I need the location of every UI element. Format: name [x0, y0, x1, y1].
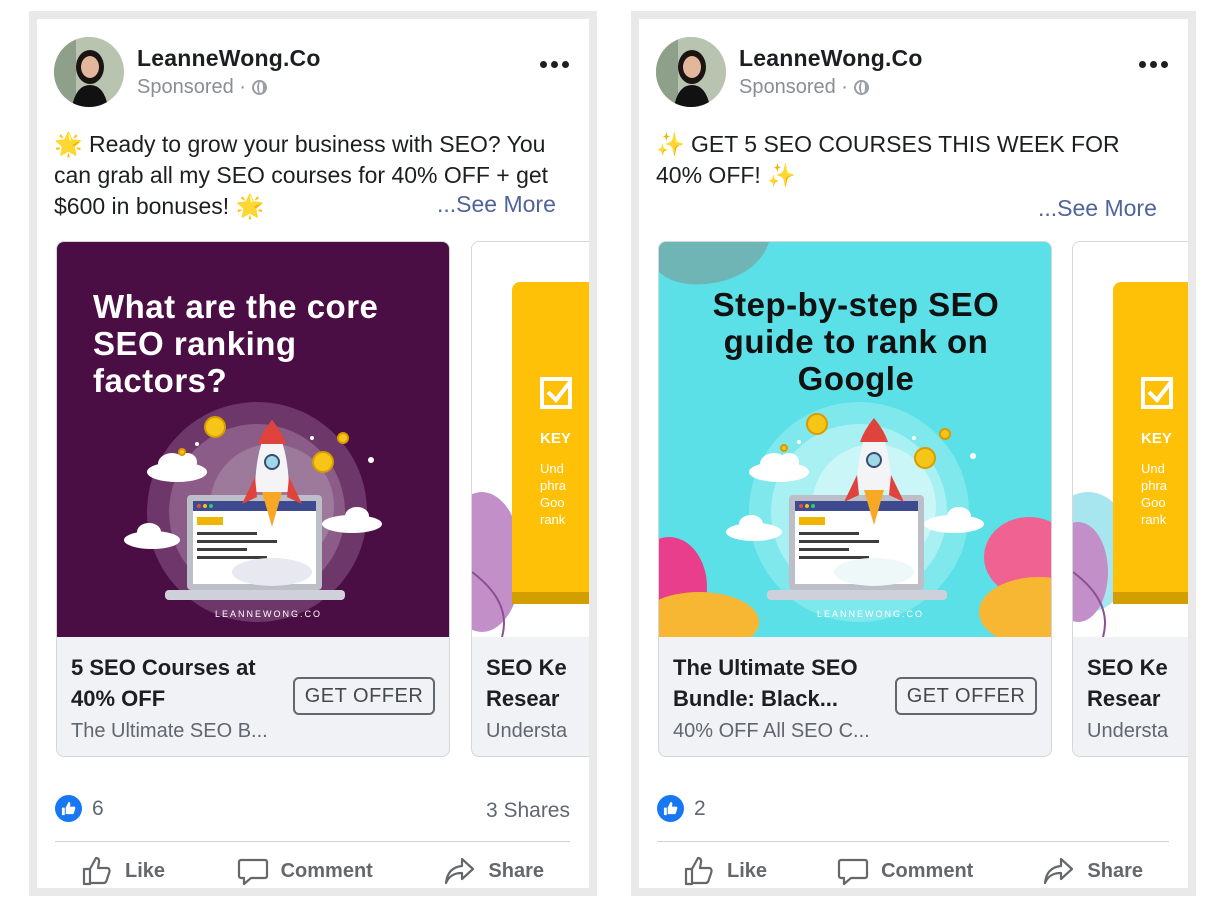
like-reaction-icon: [657, 795, 684, 822]
reaction-summary[interactable]: 6: [55, 795, 104, 822]
carousel-card[interactable]: What are the core SEO ranking factors? L…: [56, 241, 450, 757]
divider: [657, 841, 1169, 842]
more-options-button[interactable]: [1139, 61, 1168, 68]
post-meta: Sponsored ·: [137, 76, 267, 99]
comment-button[interactable]: Comment: [811, 851, 999, 888]
comment-button[interactable]: Comment: [211, 851, 399, 888]
share-button[interactable]: Share: [1017, 851, 1169, 888]
card-image-brand: LEANNEWONG.CO: [215, 609, 323, 619]
like-label: Like: [727, 859, 768, 882]
share-count[interactable]: 3 Shares: [486, 799, 570, 823]
author-avatar[interactable]: [54, 37, 124, 107]
post-meta: Sponsored ·: [739, 76, 869, 99]
card-subtitle: Understa: [486, 720, 568, 742]
post-caption: ✨ GET 5 SEO COURSES THIS WEEK FOR 40% OF…: [656, 131, 1120, 188]
globe-icon: [853, 80, 869, 95]
comment-icon: [837, 858, 869, 886]
thumbs-up-icon: [82, 856, 111, 886]
carousel-card[interactable]: Step-by-step SEO guide to rank on Google…: [658, 241, 1052, 757]
card-image: KEY Und phra Goo rank: [472, 242, 589, 637]
card-image: KEY Und phra Goo rank: [1073, 242, 1188, 637]
like-label: Like: [125, 859, 166, 882]
reaction-summary[interactable]: 2: [657, 795, 706, 822]
card-title[interactable]: The Ultimate SEO Bundle: Black...: [673, 652, 893, 714]
share-label: Share: [1087, 859, 1143, 882]
ad-post-1: LeanneWong.Co Sponsored · 🌟 Ready to gro…: [29, 11, 597, 896]
like-count: 2: [694, 796, 706, 820]
share-arrow-icon: [445, 857, 475, 885]
card-subtitle: The Ultimate SEO B...: [71, 720, 268, 742]
sponsored-label[interactable]: Sponsored ·: [137, 76, 246, 99]
see-more-link[interactable]: ...See More: [1038, 195, 1157, 222]
action-bar: Like Comment Share: [55, 851, 570, 888]
sponsored-label[interactable]: Sponsored ·: [739, 76, 848, 99]
card-image-title: Step-by-step SEO guide to rank on Google: [712, 286, 1000, 397]
author-name[interactable]: LeanneWong.Co: [137, 45, 321, 72]
comment-icon: [237, 858, 268, 886]
thumbs-up-icon: [684, 856, 713, 886]
card-title[interactable]: 5 SEO Courses at 40% OFF: [71, 652, 281, 714]
get-offer-button[interactable]: GET OFFER: [895, 677, 1037, 715]
like-reaction-icon: [55, 795, 82, 822]
action-bar: Like Comment Share: [657, 851, 1169, 888]
like-button[interactable]: Like: [657, 851, 793, 888]
card-image-title: What are the core SEO ranking factors?: [93, 288, 379, 399]
card-image: Step-by-step SEO guide to rank on Google…: [659, 242, 1051, 637]
get-offer-button[interactable]: GET OFFER: [293, 677, 435, 715]
share-button[interactable]: Share: [418, 851, 570, 888]
ad-post-2: LeanneWong.Co Sponsored · ✨ GET 5 SEO CO…: [631, 11, 1196, 896]
comment-label: Comment: [881, 859, 974, 882]
like-count: 6: [92, 796, 104, 820]
see-more-link[interactable]: ...See More: [437, 191, 556, 218]
more-options-button[interactable]: [540, 61, 569, 68]
card-image-heading: KEY: [1141, 430, 1172, 447]
divider: [55, 841, 570, 842]
share-arrow-icon: [1044, 857, 1074, 885]
author-avatar[interactable]: [656, 37, 726, 107]
author-name[interactable]: LeanneWong.Co: [739, 45, 923, 72]
card-image-text: Und phra Goo rank: [540, 461, 567, 527]
card-title[interactable]: SEO Ke Resear: [486, 652, 589, 714]
card-image-brand: LEANNEWONG.CO: [817, 609, 925, 619]
card-image-text: Und phra Goo rank: [1141, 461, 1168, 527]
share-label: Share: [488, 859, 544, 882]
card-image: What are the core SEO ranking factors? L…: [57, 242, 449, 637]
carousel-card-next[interactable]: KEY Und phra Goo rank SEO Ke Resear Unde…: [1072, 241, 1188, 757]
comment-label: Comment: [280, 859, 373, 882]
globe-icon: [251, 80, 267, 95]
like-button[interactable]: Like: [55, 851, 191, 888]
card-subtitle: 40% OFF All SEO C...: [673, 720, 870, 742]
card-image-heading: KEY: [540, 430, 571, 447]
carousel-card-next[interactable]: KEY Und phra Goo rank SEO Ke Resear Unde…: [471, 241, 589, 757]
card-title[interactable]: SEO Ke Resear: [1087, 652, 1188, 714]
card-subtitle: Understa: [1087, 720, 1169, 742]
